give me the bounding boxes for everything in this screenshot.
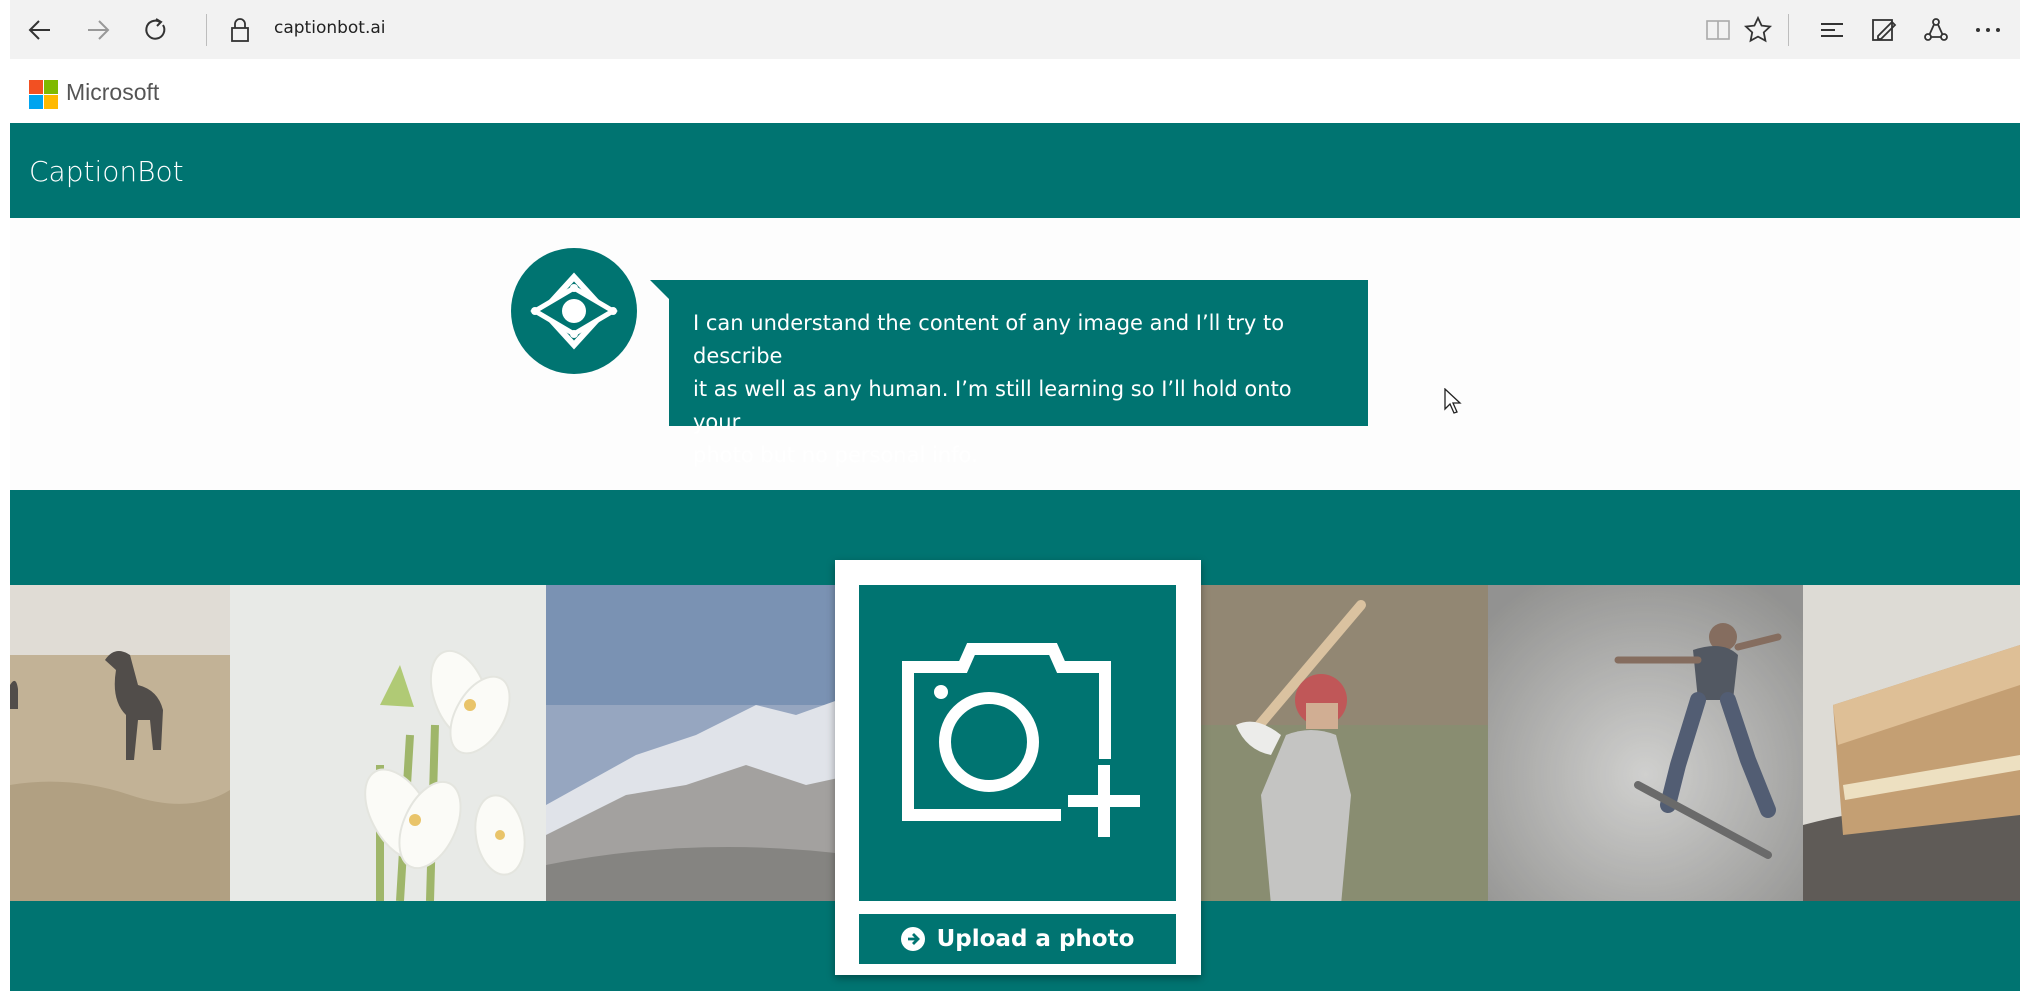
favorite-star-icon[interactable] xyxy=(1738,10,1778,50)
mouse-cursor-icon xyxy=(1444,387,1462,419)
skateboarder-photo[interactable] xyxy=(1488,585,1803,901)
address-bar[interactable]: captionbot.ai xyxy=(274,18,386,38)
upload-photo-label: Upload a photo xyxy=(936,926,1135,952)
intro-line-3: photo but no personal info. xyxy=(693,443,978,467)
microsoft-bar: Microsoft xyxy=(10,59,2020,123)
screen: captionbot.ai Microsoft CaptionBot I can… xyxy=(0,0,2020,991)
refresh-icon[interactable] xyxy=(136,10,176,50)
microsoft-logo-icon[interactable] xyxy=(29,80,58,109)
snowy-mountain-photo[interactable] xyxy=(546,585,852,901)
speech-bubble-tail xyxy=(650,280,670,300)
reading-view-icon[interactable] xyxy=(1698,10,1738,50)
more-icon[interactable] xyxy=(1968,10,2008,50)
upload-card: Upload a photo xyxy=(835,560,1201,975)
captionbot-eye-icon xyxy=(511,248,637,374)
toolbar-divider-2 xyxy=(1788,14,1789,46)
horse-photo[interactable] xyxy=(10,585,230,901)
baseball-batter-photo[interactable] xyxy=(1196,585,1488,901)
upload-photo-button[interactable]: Upload a photo xyxy=(859,914,1176,964)
toolbar-divider xyxy=(206,14,207,46)
browser-toolbar: captionbot.ai xyxy=(10,0,2020,60)
page-title[interactable]: CaptionBot xyxy=(29,155,184,188)
cake-slice-photo[interactable] xyxy=(1803,585,2020,901)
white-flowers-photo[interactable] xyxy=(230,585,546,901)
intro-speech-bubble: I can understand the content of any imag… xyxy=(669,280,1368,467)
arrow-right-circle-icon xyxy=(900,927,925,951)
microsoft-wordmark[interactable]: Microsoft xyxy=(66,79,159,106)
intro-line-1: I can understand the content of any imag… xyxy=(693,311,1285,368)
share-icon[interactable] xyxy=(1916,10,1956,50)
hub-icon[interactable] xyxy=(1812,10,1852,50)
back-icon[interactable] xyxy=(20,10,60,50)
intro-line-2: it as well as any human. I’m still learn… xyxy=(693,377,1292,434)
site-header: CaptionBot xyxy=(10,123,2020,218)
upload-photo-area[interactable] xyxy=(859,585,1176,901)
forward-icon[interactable] xyxy=(78,10,118,50)
web-note-icon[interactable] xyxy=(1864,10,1904,50)
lock-icon xyxy=(220,10,260,50)
intro-section: I can understand the content of any imag… xyxy=(10,218,2020,490)
camera-plus-icon xyxy=(902,643,1147,845)
